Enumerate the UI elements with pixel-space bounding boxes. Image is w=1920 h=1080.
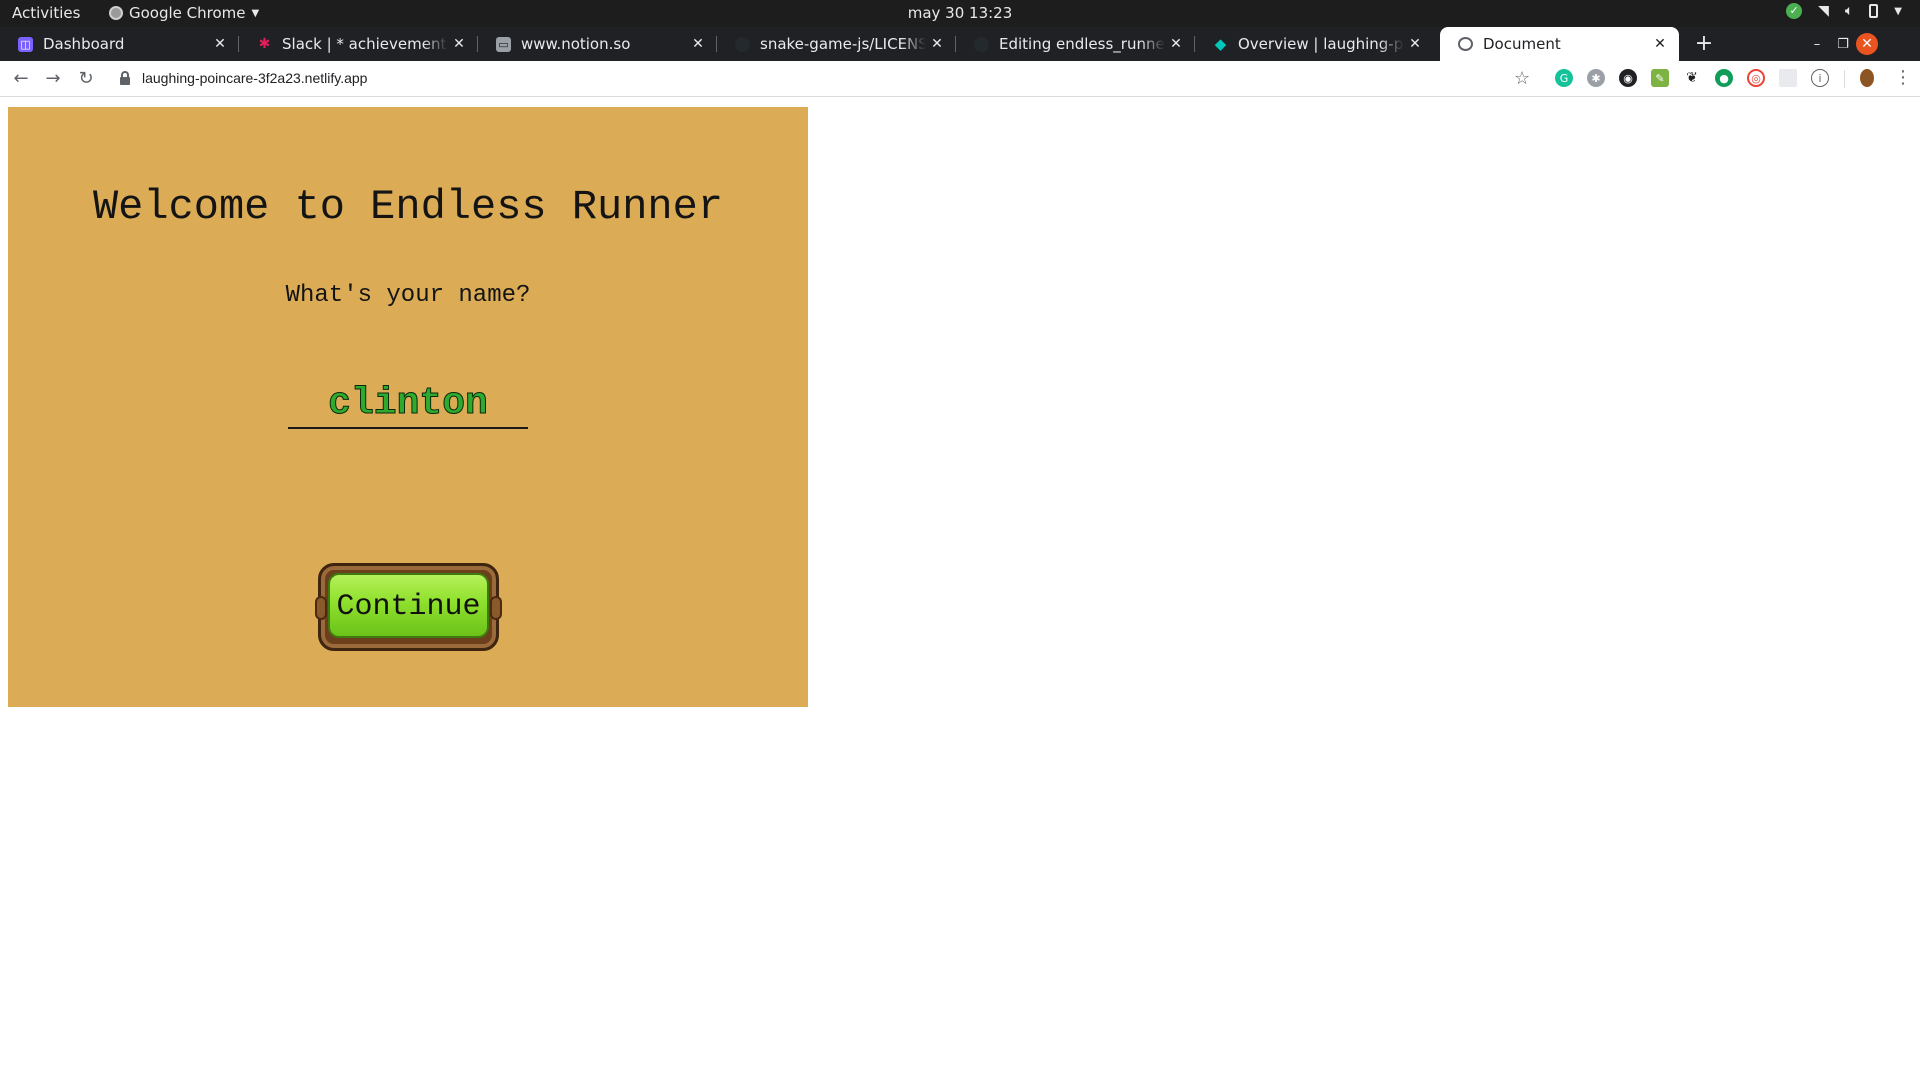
forward-arrow-icon[interactable]: → (42, 68, 64, 90)
swirl-extension-icon[interactable]: ❦ (1683, 69, 1701, 87)
name-prompt: What's your name? (285, 282, 531, 309)
app-menu-label: Google Chrome (129, 4, 246, 22)
tab-title: Document (1483, 35, 1561, 53)
tab-title: Dashboard (43, 35, 125, 53)
continue-button-label: Continue (336, 590, 481, 624)
close-tab-icon[interactable]: ✕ (209, 36, 231, 52)
close-tab-icon[interactable]: ✕ (687, 36, 709, 52)
dashboard-favicon-icon: ◫ (18, 36, 33, 52)
tab-title: Editing endless_runner_g (999, 35, 1165, 53)
tab-netlify-overview[interactable]: ◆ Overview | laughing-poinc ✕ (1195, 27, 1434, 61)
eyedropper-extension-icon[interactable]: ✎ (1651, 69, 1669, 87)
chrome-menu-icon[interactable]: ⋮ (1894, 67, 1912, 88)
chat-extension-icon[interactable]: ● (1715, 69, 1733, 87)
slack-favicon-icon: ✱ (258, 36, 271, 52)
tab-title: Slack | * achievements | Mi (282, 35, 448, 53)
button-knob-right (490, 596, 502, 620)
info-extension-icon[interactable]: i (1811, 69, 1829, 87)
grid-extension-icon[interactable] (1779, 69, 1797, 87)
volume-icon[interactable]: 🔈︎ (1845, 3, 1853, 19)
profile-avatar[interactable] (1860, 69, 1874, 87)
tab-strip: ◫ Dashboard ✕ ✱ Slack | * achievements |… (0, 27, 1920, 61)
tab-document[interactable]: Document ✕ (1440, 27, 1679, 61)
button-knob-left (315, 596, 327, 620)
address-bar[interactable]: laughing-poincare-3f2a23.netlify.app (142, 70, 367, 86)
system-menu-caret-icon[interactable]: ▼ (1894, 6, 1902, 17)
app-menu[interactable]: Google Chrome ▼ (109, 4, 259, 22)
security-shield-icon[interactable]: ✓ (1786, 3, 1803, 19)
eye-extension-icon[interactable]: ◉ (1619, 69, 1637, 87)
grammarly-extension-icon[interactable]: G (1555, 69, 1573, 87)
close-tab-icon[interactable]: ✕ (1165, 36, 1187, 52)
tab-title: www.notion.so (521, 35, 631, 53)
github-favicon-icon (974, 36, 989, 52)
chrome-icon (109, 6, 123, 20)
close-window-icon[interactable]: ✕ (1856, 33, 1878, 55)
clock[interactable]: may 30 13:23 (908, 4, 1013, 22)
restore-icon[interactable]: ❐ (1830, 37, 1856, 52)
close-tab-icon[interactable]: ✕ (1404, 36, 1426, 52)
window-controls: – ❐ ✕ (1804, 27, 1878, 61)
close-tab-icon[interactable]: ✕ (448, 36, 470, 52)
notion-favicon-icon: ▭ (496, 36, 511, 52)
tab-github-license[interactable]: snake-game-js/LICENSE at ✕ (717, 27, 956, 61)
browser-toolbar: ← → ↻ laughing-poincare-3f2a23.netlify.a… (0, 61, 1920, 97)
caret-down-icon: ▼ (251, 7, 260, 19)
new-tab-button[interactable]: + (1690, 27, 1718, 61)
tab-github-editing[interactable]: Editing endless_runner_g ✕ (956, 27, 1195, 61)
wifi-icon[interactable]: ◥ (1818, 3, 1829, 19)
lock-icon[interactable] (120, 71, 130, 85)
continue-button[interactable]: Continue (315, 563, 502, 651)
tab-slack[interactable]: ✱ Slack | * achievements | Mi ✕ (239, 27, 478, 61)
tab-title: Overview | laughing-poinc (1238, 35, 1404, 53)
record-extension-icon[interactable]: ◎ (1747, 69, 1765, 87)
netlify-favicon-icon: ◆ (1214, 35, 1227, 53)
bookmark-star-icon[interactable]: ☆ (1514, 68, 1530, 89)
tab-notion[interactable]: ▭ www.notion.so ✕ (478, 27, 717, 61)
back-arrow-icon[interactable]: ← (10, 68, 32, 90)
battery-icon[interactable] (1869, 4, 1879, 18)
globe-favicon-icon (1458, 37, 1473, 51)
reload-icon[interactable]: ↻ (75, 68, 97, 90)
tab-title: snake-game-js/LICENSE at (760, 35, 926, 53)
activities-button[interactable]: Activities (12, 4, 80, 22)
close-tab-icon[interactable]: ✕ (1649, 36, 1671, 52)
system-top-bar: Activities Google Chrome ▼ may 30 13:23 … (0, 0, 1920, 27)
page-title: Welcome to Endless Runner (92, 183, 724, 231)
bug-extension-icon[interactable]: ✱ (1587, 69, 1605, 87)
game-canvas: Welcome to Endless Runner What's your na… (8, 107, 808, 707)
close-tab-icon[interactable]: ✕ (926, 36, 948, 52)
minimize-icon[interactable]: – (1804, 37, 1830, 52)
system-tray[interactable]: ✓ ◥ 🔈︎ ▼ (1786, 3, 1902, 19)
github-favicon-icon (735, 36, 750, 52)
tab-dashboard[interactable]: ◫ Dashboard ✕ (0, 27, 239, 61)
name-input[interactable] (288, 379, 528, 429)
